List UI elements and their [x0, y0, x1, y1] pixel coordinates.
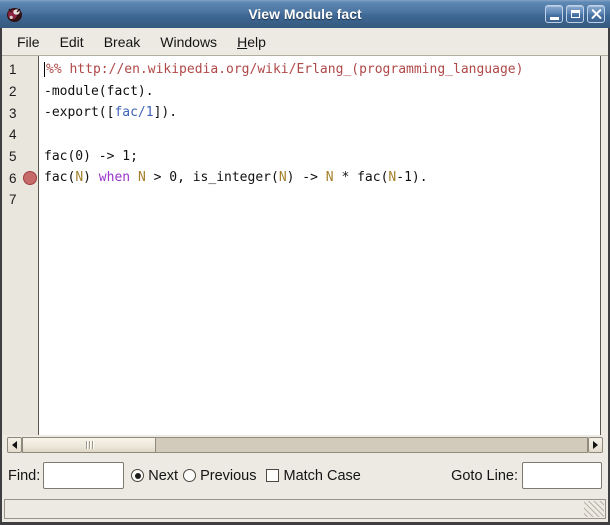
code-token-plain: ]). — [154, 105, 177, 120]
line-number[interactable]: 2 — [2, 84, 39, 99]
view-module-window: View Module fact FileEditBreakWindowsHel… — [0, 0, 610, 525]
code-text: -export([fac/1]). — [39, 102, 177, 124]
code-token-link: fac/1 — [114, 105, 153, 120]
code-text: -module(fact). — [39, 81, 154, 103]
code-token-plain: fac( — [44, 170, 75, 185]
scrollbar-thumb[interactable] — [22, 437, 156, 453]
code-token-plain: -export([ — [44, 105, 114, 120]
goto-line-label: Goto Line: — [451, 468, 518, 484]
text-caret — [44, 62, 45, 77]
menu-bar: FileEditBreakWindowsHelp — [2, 28, 608, 56]
menu-item-file[interactable]: File — [7, 30, 50, 54]
code-lines: 1 %% http://en.wikipedia.org/wiki/Erlang_… — [2, 59, 600, 211]
scroll-left-icon[interactable] — [7, 437, 22, 453]
code-token-plain — [130, 170, 138, 185]
close-icon[interactable] — [587, 5, 605, 23]
debugger-bug-icon — [5, 5, 24, 24]
goto-line-group: Goto Line: — [451, 462, 602, 489]
line-number[interactable]: 7 — [2, 192, 39, 207]
code-token-var: N — [326, 170, 334, 185]
code-view[interactable]: 1 %% http://en.wikipedia.org/wiki/Erlang_… — [2, 56, 601, 435]
code-text: %% http://en.wikipedia.org/wiki/Erlang_(… — [39, 59, 523, 81]
find-input[interactable] — [43, 462, 124, 489]
minimize-icon[interactable] — [545, 5, 563, 23]
code-token-var: N — [138, 170, 146, 185]
thumb-grip — [89, 441, 90, 449]
line-number[interactable]: 1 — [2, 62, 39, 77]
radio-previous-label: Previous — [200, 468, 256, 484]
radio-previous[interactable] — [183, 469, 196, 482]
find-toolbar: Find: Next Previous Match Case Goto Line… — [2, 455, 608, 496]
code-token-plain: ) — [83, 170, 99, 185]
line-number[interactable]: 3 — [2, 106, 39, 121]
menu-item-help[interactable]: Help — [227, 30, 276, 54]
find-label: Find: — [8, 468, 40, 484]
code-line: 1 %% http://en.wikipedia.org/wiki/Erlang_… — [2, 59, 600, 81]
maximize-icon[interactable] — [566, 5, 584, 23]
thumb-grip — [92, 441, 93, 449]
code-token-plain: > 0, is_integer( — [146, 170, 279, 185]
match-case-label: Match Case — [284, 468, 361, 484]
code-line: 2 -module(fact). — [2, 81, 600, 103]
checkbox-match-case[interactable] — [266, 469, 279, 482]
code-text: fac(N) when N > 0, is_integer(N) -> N * … — [39, 167, 428, 189]
code-line: 5 fac(0) -> 1; — [2, 146, 600, 168]
title-bar[interactable]: View Module fact — [0, 0, 610, 28]
code-line: 4 — [2, 124, 600, 146]
code-token-plain: * fac( — [334, 170, 389, 185]
menu-item-break[interactable]: Break — [94, 30, 151, 54]
radio-next-label: Next — [148, 468, 178, 484]
line-number[interactable]: 4 — [2, 127, 39, 142]
line-number[interactable]: 5 — [2, 149, 39, 164]
menu-item-edit[interactable]: Edit — [50, 30, 94, 54]
status-bar — [4, 499, 606, 519]
scrollbar-track[interactable] — [22, 437, 588, 453]
code-text: fac(0) -> 1; — [39, 146, 138, 168]
code-token-var: N — [75, 170, 83, 185]
code-line: 7 — [2, 189, 600, 211]
code-token-plain: fac(0) -> 1; — [44, 149, 138, 164]
window-body: FileEditBreakWindowsHelp 1 %% http://en.w… — [2, 28, 608, 522]
radio-next[interactable] — [131, 469, 144, 482]
goto-line-input[interactable] — [522, 462, 602, 489]
code-token-plain: -1). — [396, 170, 427, 185]
scroll-right-icon[interactable] — [588, 437, 603, 453]
window-controls — [545, 5, 605, 23]
code-token-plain: ) -> — [287, 170, 326, 185]
code-token-plain: -module(fact). — [44, 84, 154, 99]
code-line: 6fac(N) when N > 0, is_integer(N) -> N *… — [2, 167, 600, 189]
code-token-keyword: when — [99, 170, 130, 185]
resize-grip-icon[interactable] — [584, 501, 604, 517]
code-token-var: N — [279, 170, 287, 185]
code-line: 3-export([fac/1]). — [2, 102, 600, 124]
window-title: View Module fact — [0, 6, 610, 22]
status-bar-area — [2, 496, 608, 522]
code-token-comment: %% http://en.wikipedia.org/wiki/Erlang_(… — [46, 62, 523, 77]
menu-item-windows[interactable]: Windows — [150, 30, 227, 54]
horizontal-scrollbar[interactable] — [2, 435, 608, 455]
thumb-grip — [86, 441, 87, 449]
